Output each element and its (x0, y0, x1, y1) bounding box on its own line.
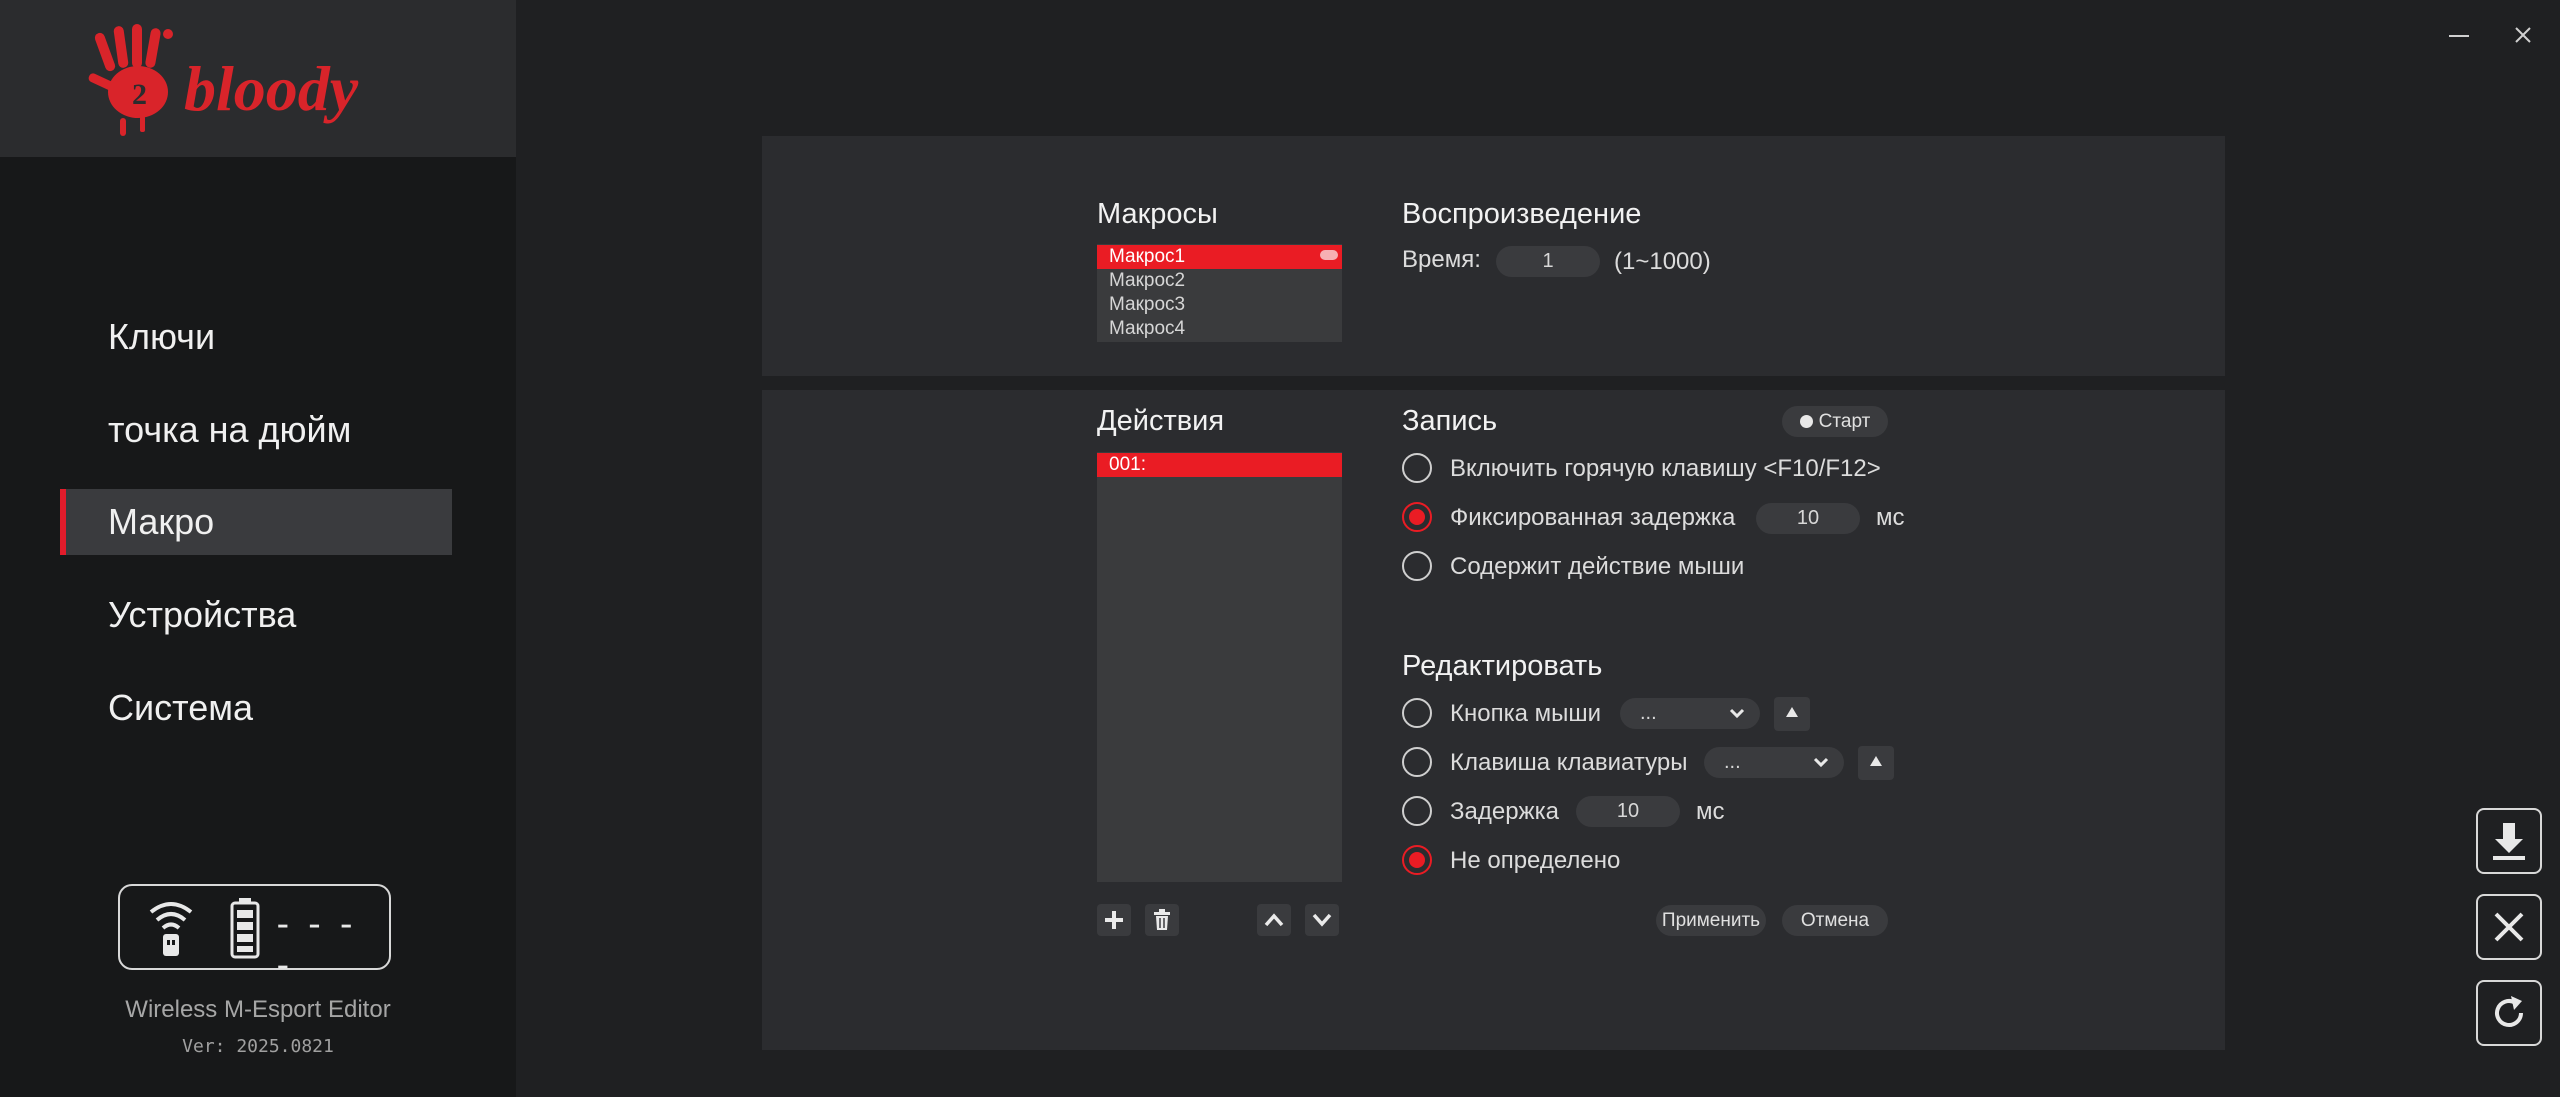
nav-item-dpi[interactable]: точка на дюйм (60, 397, 452, 463)
macro-list-item[interactable]: Макрос1 (1097, 245, 1342, 269)
nav-item-system[interactable]: Система (60, 675, 452, 741)
delay-label: Задержка (1450, 798, 1559, 825)
svg-text:bloody: bloody (184, 53, 359, 124)
chevron-down-icon (1312, 913, 1332, 927)
time-label: Время: (1402, 246, 1481, 273)
mouse-action-radio[interactable] (1402, 551, 1432, 581)
apply-button[interactable]: Применить (1656, 905, 1766, 936)
actions-title: Действия (1097, 405, 1225, 437)
move-up-button[interactable] (1257, 904, 1291, 936)
triangle-up-icon (1870, 756, 1882, 766)
close-window-button[interactable] (2506, 18, 2540, 52)
fixed-delay-label: Фиксированная задержка (1450, 504, 1736, 531)
battery-level-text: ---- (272, 904, 368, 986)
trash-icon (1154, 909, 1170, 930)
sidebar: 2 bloody Ключи точка на дюйм Макро Устро… (0, 0, 516, 1097)
time-input[interactable]: 1 (1496, 246, 1600, 277)
nav-item-devices[interactable]: Устройства (60, 582, 452, 648)
delete-action-button[interactable] (1145, 904, 1179, 936)
move-down-button[interactable] (1305, 904, 1339, 936)
save-to-device-button[interactable] (2476, 808, 2542, 874)
hotkey-radio[interactable] (1402, 453, 1432, 483)
undefined-radio[interactable] (1402, 845, 1432, 875)
refresh-icon (2495, 996, 2523, 1027)
macro-bottom-panel: Действия 001: Запись Старт Включить горя… (762, 390, 2225, 1050)
logo-area: 2 bloody (0, 0, 516, 157)
playback-title: Воспроизведение (1402, 198, 1642, 230)
actions-list[interactable]: 001: (1097, 452, 1342, 882)
record-title: Запись (1402, 405, 1498, 437)
close-icon (2515, 27, 2531, 43)
keyboard-key-up-button[interactable] (1858, 746, 1894, 780)
fixed-delay-radio[interactable] (1402, 502, 1432, 532)
app-name: Wireless M-Esport Editor (125, 996, 391, 1023)
macro-top-panel: Макросы Макрос1 Макрос2 Макрос3 Макрос4 … (762, 136, 2225, 376)
bloody-logo: 2 bloody (88, 24, 359, 136)
svg-text:2: 2 (132, 78, 147, 111)
battery-icon (230, 898, 260, 959)
keyboard-key-label: Клавиша клавиатуры (1450, 749, 1688, 776)
discard-button[interactable] (2476, 894, 2542, 960)
chevron-down-icon (1729, 708, 1745, 719)
chevron-down-icon (1813, 757, 1829, 768)
start-record-button[interactable]: Старт (1782, 406, 1888, 437)
macro-list-item[interactable]: Макрос3 (1097, 293, 1342, 317)
mouse-action-label: Содержит действие мыши (1450, 553, 1745, 580)
record-dot-icon (1799, 415, 1813, 428)
macro-list[interactable]: Макрос1 Макрос2 Макрос3 Макрос4 (1097, 244, 1342, 342)
plus-icon (1105, 911, 1123, 929)
mouse-button-up-button[interactable] (1774, 697, 1810, 731)
time-range-label: (1~1000) (1614, 248, 1711, 275)
mouse-button-radio[interactable] (1402, 698, 1432, 728)
edit-title: Редактировать (1402, 650, 1603, 682)
scrollbar-thumb[interactable] (1320, 250, 1338, 260)
close-icon (2494, 912, 2524, 942)
download-icon (2493, 823, 2525, 860)
minimize-button[interactable] (2442, 18, 2476, 52)
macros-title: Макросы (1097, 198, 1218, 230)
delay-input[interactable]: 10 (1576, 796, 1680, 827)
mouse-button-select[interactable]: ... (1620, 698, 1760, 729)
delay-radio[interactable] (1402, 796, 1432, 826)
macro-list-item[interactable]: Макрос2 (1097, 269, 1342, 293)
fixed-delay-input[interactable]: 10 (1756, 503, 1860, 534)
cancel-button[interactable]: Отмена (1782, 905, 1888, 936)
hotkey-label: Включить горячую клавишу <F10/F12> (1450, 455, 1881, 482)
mouse-button-label: Кнопка мыши (1450, 700, 1602, 727)
undefined-label: Не определено (1450, 847, 1621, 874)
nav-item-macro[interactable]: Макро (60, 489, 452, 555)
reset-button[interactable] (2476, 980, 2542, 1046)
wireless-receiver-icon (149, 902, 193, 956)
keyboard-key-select[interactable]: ... (1704, 747, 1844, 778)
nav-item-keys[interactable]: Ключи (60, 304, 452, 370)
add-action-button[interactable] (1097, 904, 1131, 936)
keyboard-key-radio[interactable] (1402, 747, 1432, 777)
minimize-icon (2449, 35, 2469, 37)
macro-list-item[interactable]: Макрос4 (1097, 317, 1342, 341)
triangle-up-icon (1786, 707, 1798, 717)
action-list-item[interactable]: 001: (1097, 453, 1342, 477)
fixed-delay-unit: мс (1876, 504, 1905, 531)
device-status-box: ---- (118, 884, 391, 986)
delay-unit: мс (1696, 798, 1725, 825)
app-version: Ver: 2025.0821 (182, 1036, 334, 1057)
chevron-up-icon (1264, 913, 1284, 927)
